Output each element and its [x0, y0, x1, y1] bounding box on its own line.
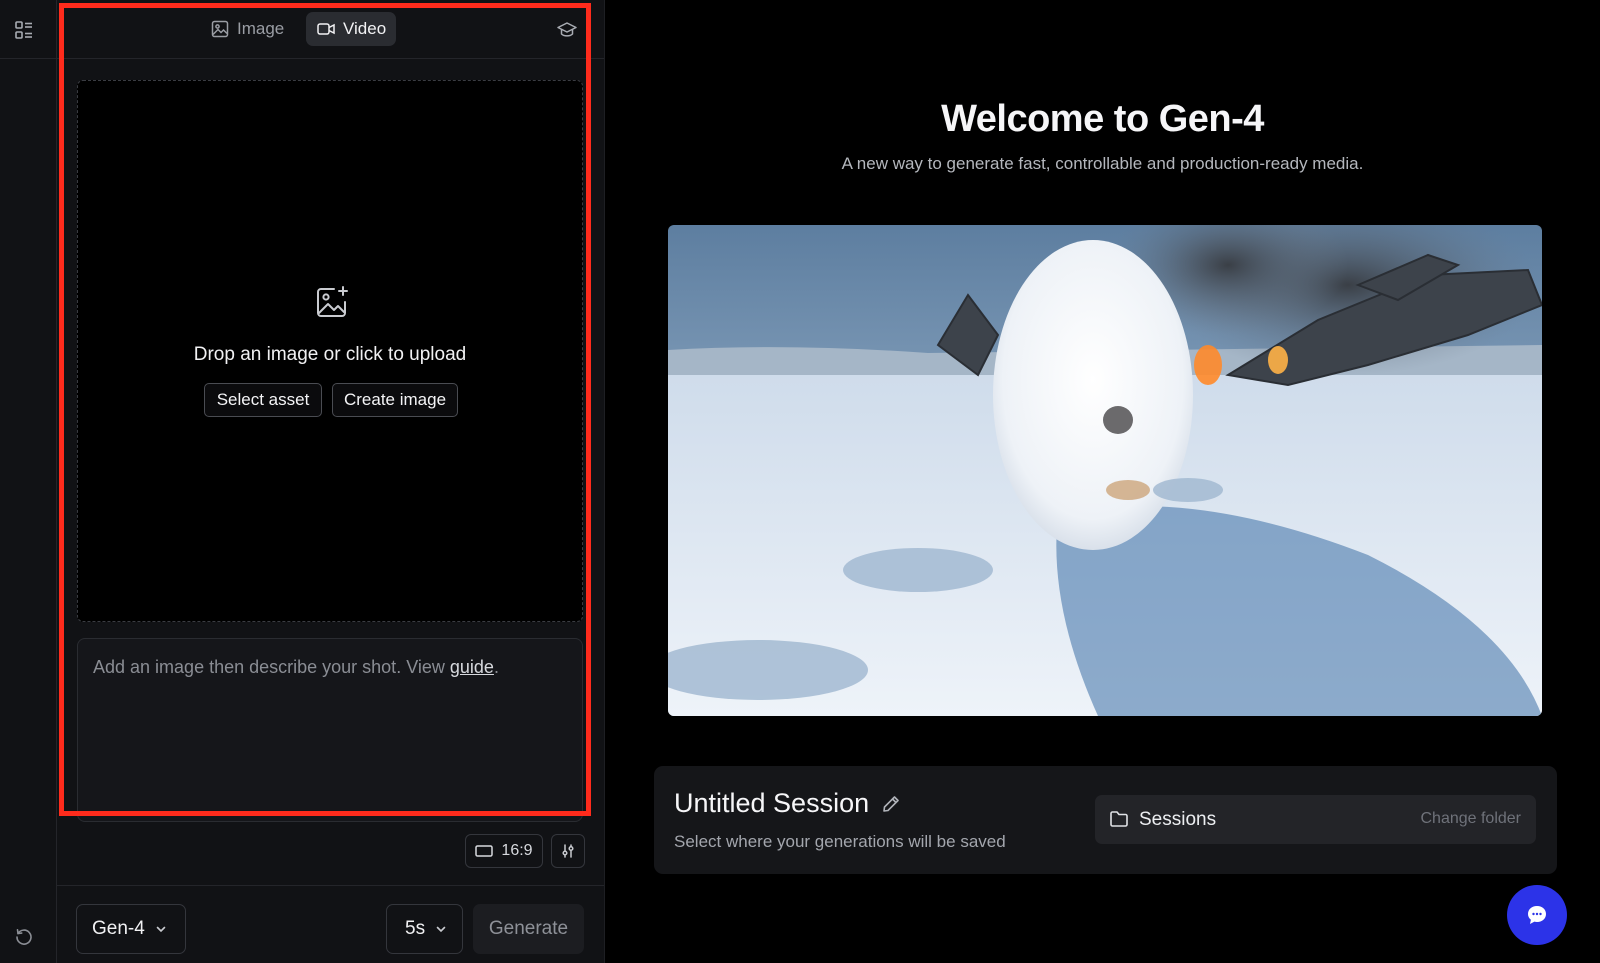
sliders-icon: [560, 843, 576, 859]
chevron-down-icon: [435, 923, 447, 935]
folder-icon: [1109, 810, 1129, 828]
tab-video-label: Video: [343, 19, 387, 38]
change-folder-button[interactable]: Change folder: [1420, 810, 1521, 828]
chat-bubble-icon: [1525, 903, 1549, 927]
tab-video[interactable]: Video: [306, 12, 397, 46]
session-card: Untitled Session Select where your gener…: [654, 766, 1557, 874]
generation-panel: Image Video Drop an image or click to up…: [57, 0, 605, 963]
chevron-down-icon: [155, 923, 167, 935]
welcome-title: Welcome to Gen-4: [941, 98, 1264, 140]
model-value: Gen-4: [92, 918, 145, 939]
video-camera-icon: [316, 19, 336, 39]
history-icon[interactable]: [14, 927, 34, 947]
graduation-cap-icon[interactable]: [556, 19, 578, 41]
aspect-ratio-icon: [475, 844, 494, 858]
chat-button[interactable]: [1507, 885, 1567, 945]
model-dropdown[interactable]: Gen-4: [76, 904, 186, 954]
create-image-button[interactable]: Create image: [332, 383, 458, 417]
folder-name: Sessions: [1139, 809, 1217, 830]
prompt-input[interactable]: Add an image then describe your shot. Vi…: [77, 638, 583, 822]
icon-rail: [0, 0, 57, 963]
folder-selector[interactable]: Sessions Change folder: [1095, 795, 1536, 844]
session-subtitle: Select where your generations will be sa…: [674, 832, 1006, 851]
rail-divider: [0, 58, 56, 59]
session-title[interactable]: Untitled Session: [674, 788, 901, 819]
guide-link[interactable]: guide: [450, 657, 494, 677]
dropzone-text: Drop an image or click to upload: [193, 344, 467, 365]
footer-divider: [57, 885, 604, 886]
tab-image[interactable]: Image: [200, 12, 294, 46]
image-icon: [210, 19, 230, 39]
duration-dropdown[interactable]: 5s: [386, 904, 463, 954]
aspect-ratio-value: 16:9: [501, 842, 533, 859]
duration-value: 5s: [405, 918, 426, 939]
pencil-icon[interactable]: [881, 794, 901, 814]
layout-grid-icon[interactable]: [13, 19, 35, 41]
generate-button[interactable]: Generate: [473, 904, 584, 954]
tab-image-label: Image: [237, 19, 285, 38]
mode-tabs: Image Video: [57, 0, 604, 59]
preview-video[interactable]: [668, 225, 1542, 716]
aspect-ratio-button[interactable]: 16:9: [465, 834, 543, 868]
welcome-subtitle: A new way to generate fast, controllable…: [841, 154, 1364, 173]
settings-button[interactable]: [551, 834, 585, 868]
select-asset-button[interactable]: Select asset: [204, 383, 322, 417]
image-plus-icon: [314, 284, 350, 320]
image-dropzone[interactable]: Drop an image or click to upload Select …: [77, 80, 583, 622]
prompt-placeholder: Add an image then describe your shot. Vi…: [93, 657, 499, 677]
